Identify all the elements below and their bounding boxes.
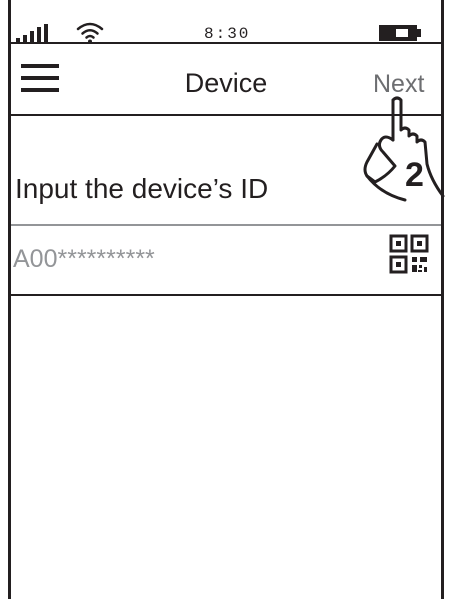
status-time: 8:30 [204,25,251,43]
wifi-icon [76,22,104,44]
device-id-input[interactable] [13,242,353,276]
signal-icon [16,24,48,42]
pointing-hand-icon: 2 [363,96,445,202]
battery-icon [379,25,421,41]
device-id-label: Input the device’s ID [15,173,269,204]
status-bar: 8:30 [11,0,441,44]
phone-frame: 8:30 Device Next 2 Input the device’s ID [8,0,445,599]
qr-code-icon[interactable] [389,234,429,274]
step-number: 2 [405,156,424,194]
next-button[interactable]: Next [373,70,424,98]
device-id-row [11,224,441,296]
